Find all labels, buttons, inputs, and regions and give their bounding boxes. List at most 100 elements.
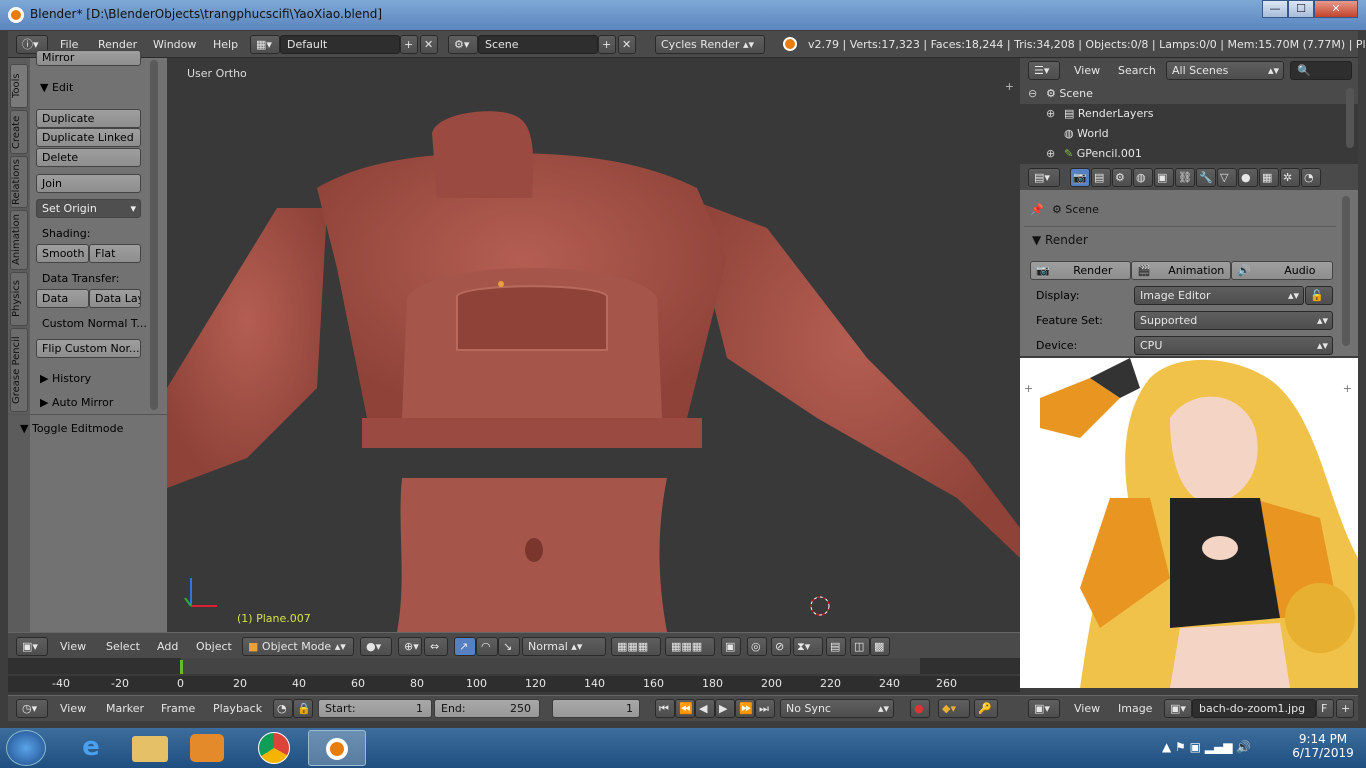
clock[interactable]: 9:14 PM 6/17/2019 bbox=[1288, 732, 1358, 760]
timeline-menu-marker[interactable]: Marker bbox=[106, 702, 144, 715]
orientation-select[interactable]: Normal ▴▾ bbox=[522, 637, 606, 656]
scene-props-icon[interactable]: ⚙ bbox=[1112, 168, 1132, 187]
display-select[interactable]: Image Editor ▴▾ bbox=[1134, 286, 1304, 305]
custom-normal-button[interactable]: Custom Normal T... bbox=[42, 317, 147, 330]
timeline-editor-type-icon[interactable]: ◷▾ bbox=[16, 699, 48, 718]
feature-set-select[interactable]: Supported ▴▾ bbox=[1134, 311, 1333, 330]
mode-select[interactable]: ■ Object Mode ▴▾ bbox=[242, 637, 354, 656]
editor-type-icon[interactable]: ▣▾ bbox=[16, 637, 48, 656]
lock-range-icon[interactable]: 🔒 bbox=[293, 699, 313, 718]
properties-editor-type-icon[interactable]: ▤▾ bbox=[1028, 168, 1060, 187]
data-layout-button[interactable]: Data Lay bbox=[89, 289, 141, 308]
physics-props-icon[interactable]: ◔ bbox=[1301, 168, 1321, 187]
add-layout-icon[interactable]: + bbox=[400, 35, 418, 54]
tab-tools[interactable]: Tools bbox=[10, 64, 28, 108]
constraints-props-icon[interactable]: ⛓ bbox=[1175, 168, 1195, 187]
tab-create[interactable]: Create bbox=[10, 110, 28, 154]
outliner-search-input[interactable]: 🔍 bbox=[1290, 61, 1352, 80]
playhead[interactable] bbox=[180, 660, 183, 674]
outliner-item-renderlayers[interactable]: ▤ RenderLayers bbox=[1064, 107, 1153, 120]
edit-panel-header[interactable]: ▼ Edit bbox=[40, 81, 73, 94]
expand-icon[interactable]: ⊕ bbox=[1046, 107, 1055, 120]
new-image-icon[interactable]: + bbox=[1336, 699, 1354, 718]
animation-button[interactable]: 🎬 Animation bbox=[1131, 261, 1231, 280]
play-icon[interactable]: ▶ bbox=[715, 699, 735, 718]
image-name-field[interactable]: bach-do-zoom1.jpg bbox=[1192, 699, 1316, 718]
blender-taskbar-button[interactable] bbox=[308, 730, 366, 766]
scale-icon[interactable]: ↘ bbox=[498, 637, 520, 656]
snap-icon[interactable]: ⊘ bbox=[771, 637, 791, 656]
outliner[interactable]: ⊖ ⚙ Scene ⊕ ▤ RenderLayers ◍ World ⊕ ✎ G… bbox=[1020, 84, 1358, 164]
menu-help[interactable]: Help bbox=[213, 38, 238, 51]
snap-target-icon[interactable]: ▤ bbox=[826, 637, 846, 656]
collapse-icon[interactable]: ⊖ bbox=[1028, 87, 1037, 100]
timeline-menu-view[interactable]: View bbox=[60, 702, 86, 715]
render-props-icon[interactable]: 📷 bbox=[1070, 168, 1090, 187]
image-menu-view[interactable]: View bbox=[1074, 702, 1100, 715]
tab-relations[interactable]: Relations bbox=[10, 156, 28, 208]
join-button[interactable]: Join bbox=[36, 174, 141, 193]
jump-keyframe-back-icon[interactable]: ⏪ bbox=[675, 699, 695, 718]
layout-field[interactable]: Default bbox=[280, 35, 400, 54]
tab-animation[interactable]: Animation bbox=[10, 210, 28, 270]
render-engine-select[interactable]: Cycles Render ▴▾ bbox=[655, 35, 765, 54]
keying-set-icon[interactable]: ◆▾ bbox=[938, 699, 970, 718]
chrome-icon[interactable] bbox=[258, 732, 290, 764]
3d-viewport[interactable]: User Ortho (1) Plane.007 + bbox=[167, 58, 1020, 632]
fake-user-button[interactable]: F bbox=[1316, 699, 1334, 718]
start-frame-field[interactable]: Start: 1 bbox=[318, 699, 432, 718]
snap-element-icon[interactable]: ⧗▾ bbox=[793, 637, 823, 656]
toggle-editmode-panel-header[interactable]: ▼ Toggle Editmode bbox=[20, 422, 123, 435]
tab-grease-pencil[interactable]: Grease Pencil bbox=[10, 328, 28, 412]
flip-custom-normals-button[interactable]: Flip Custom Nor... bbox=[36, 339, 141, 358]
modifiers-props-icon[interactable]: 🔧 bbox=[1196, 168, 1216, 187]
current-frame-field[interactable]: 1 bbox=[552, 699, 640, 718]
expand-icon[interactable]: ⊕ bbox=[1046, 147, 1055, 160]
image-editor[interactable]: + + bbox=[1020, 358, 1358, 688]
minimize-button[interactable]: — bbox=[1262, 0, 1288, 18]
add-viewport-icon[interactable]: + bbox=[1005, 80, 1014, 93]
rotate-icon[interactable]: ◠ bbox=[476, 637, 498, 656]
tab-physics[interactable]: Physics bbox=[10, 272, 28, 326]
auto-mirror-panel-header[interactable]: ▶ Auto Mirror bbox=[40, 396, 113, 409]
jump-end-icon[interactable]: ⏭ bbox=[755, 699, 775, 718]
outliner-item-scene[interactable]: ⚙ Scene bbox=[1046, 87, 1093, 100]
object-props-icon[interactable]: ▣ bbox=[1154, 168, 1174, 187]
outliner-editor-type-icon[interactable]: ☰▾ bbox=[1028, 61, 1060, 80]
start-button[interactable] bbox=[6, 730, 46, 766]
texture-props-icon[interactable]: ▦ bbox=[1259, 168, 1279, 187]
menu-view[interactable]: View bbox=[60, 640, 86, 653]
pin-icon[interactable]: 📌 bbox=[1030, 203, 1044, 216]
render-still-icon[interactable]: ◫ bbox=[850, 637, 870, 656]
layout-icon[interactable]: ▦▾ bbox=[250, 35, 280, 54]
media-player-icon[interactable] bbox=[190, 734, 224, 762]
pivot-icon[interactable]: ⊕▾ bbox=[398, 637, 422, 656]
outliner-menu-search[interactable]: Search bbox=[1118, 64, 1156, 77]
browse-image-icon[interactable]: ▣▾ bbox=[1164, 699, 1192, 718]
properties-scrollbar[interactable] bbox=[1342, 196, 1350, 346]
render-animation-icon[interactable]: ▩ bbox=[870, 637, 890, 656]
record-icon[interactable]: ● bbox=[910, 699, 930, 718]
layers-props-icon[interactable]: ▤ bbox=[1091, 168, 1111, 187]
internet-explorer-icon[interactable]: e bbox=[68, 732, 114, 764]
layers-grid-icon[interactable]: ▦▦▦ bbox=[611, 637, 661, 656]
close-button[interactable]: ✕ bbox=[1314, 0, 1358, 18]
menu-window[interactable]: Window bbox=[153, 38, 196, 51]
timeline-menu-playback[interactable]: Playback bbox=[213, 702, 262, 715]
outliner-scrollbar[interactable] bbox=[1346, 88, 1354, 148]
timeline[interactable]: -40 -20 0 20 40 60 80 100 120 140 160 18… bbox=[8, 658, 1020, 695]
world-props-icon[interactable]: ◍ bbox=[1133, 168, 1153, 187]
outliner-item-world[interactable]: ◍ World bbox=[1064, 127, 1109, 140]
remove-scene-icon[interactable]: ✕ bbox=[618, 35, 636, 54]
remove-layout-icon[interactable]: ✕ bbox=[420, 35, 438, 54]
audio-button[interactable]: 🔊 Audio bbox=[1231, 261, 1333, 280]
delete-button[interactable]: Delete bbox=[36, 148, 141, 167]
device-select[interactable]: CPU ▴▾ bbox=[1134, 336, 1333, 355]
tray-icons[interactable]: ▲ ⚑ ▣ ▂▄▆ 🔊 bbox=[1162, 740, 1251, 754]
duplicate-linked-button[interactable]: Duplicate Linked bbox=[36, 128, 141, 147]
outliner-filter-select[interactable]: All Scenes ▴▾ bbox=[1166, 61, 1284, 80]
smooth-button[interactable]: Smooth bbox=[36, 244, 89, 263]
end-frame-field[interactable]: End: 250 bbox=[434, 699, 540, 718]
particles-props-icon[interactable]: ✲ bbox=[1280, 168, 1300, 187]
tool-shelf-scrollbar[interactable] bbox=[150, 60, 158, 410]
